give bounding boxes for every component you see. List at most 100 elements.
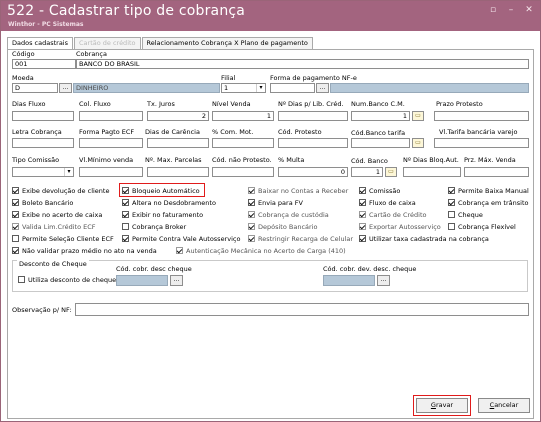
cancelar-button[interactable]: Cancelar bbox=[478, 398, 530, 413]
chevron-down-icon[interactable]: ▾ bbox=[256, 84, 265, 92]
vl-minimo-venda-label: Vl.Mínimo venda bbox=[79, 156, 134, 164]
tab-relacionamento[interactable]: Relacionamento Cobrança X Plano de pagam… bbox=[141, 37, 313, 49]
letra-cobranca-input[interactable] bbox=[12, 138, 74, 148]
cod-nao-protesto-input[interactable] bbox=[212, 167, 274, 177]
close-icon[interactable]: ✕ bbox=[524, 5, 534, 15]
tx-juros-input[interactable]: 2 bbox=[147, 111, 209, 121]
forma-pagamento-input[interactable] bbox=[270, 83, 315, 93]
com-mot-input[interactable] bbox=[212, 138, 274, 148]
num-banco-cm-input[interactable]: 1 bbox=[351, 111, 410, 121]
cod-banco-tarifa-label: Cód.Banco tarifa bbox=[351, 129, 406, 137]
codigo-input[interactable]: 001 bbox=[12, 59, 76, 69]
checkbox-cobranca-flexivel[interactable]: Cobrança Flexível bbox=[448, 222, 516, 231]
folder-icon[interactable]: ▭ bbox=[385, 167, 397, 177]
checkbox-cobranca-transito[interactable]: Cobrança em trânsito bbox=[448, 198, 528, 207]
cod-cobr-desc-cheque-input[interactable] bbox=[116, 275, 168, 286]
checkbox-permite-selecao-cliente-ecf[interactable]: Permite Seleção Cliente ECF bbox=[12, 234, 114, 243]
moeda-input[interactable]: D bbox=[12, 83, 58, 93]
window-subtitle: Winthor - PC Sistemas bbox=[8, 21, 84, 28]
cod-cobr-desc-cheque-label: Cód. cobr. desc cheque bbox=[116, 265, 192, 273]
checkbox-fluxo-caixa[interactable]: Fluxo de caixa bbox=[359, 198, 416, 207]
checkbox-deposito-bancario[interactable]: Depósito Bancário bbox=[248, 222, 317, 231]
vl-minimo-venda-input[interactable] bbox=[79, 167, 143, 177]
cod-cobr-dev-desc-cheque-input[interactable] bbox=[323, 275, 375, 286]
cod-cobr-desc-search-button[interactable]: ... bbox=[170, 275, 183, 286]
cod-nao-protesto-label: Cód. não Protesto. bbox=[212, 156, 272, 164]
checkbox-autenticacao-mecanica[interactable]: Autenticação Mecânica no Acerto de Carga… bbox=[176, 246, 346, 255]
num-banco-cm-label: Num.Banco C.M. bbox=[351, 100, 405, 108]
window-controls: ▫ – ✕ bbox=[488, 5, 534, 15]
dias-fluxo-input[interactable] bbox=[12, 111, 74, 121]
folder-icon[interactable]: ▭ bbox=[412, 138, 424, 148]
checkbox-altera-desdobramento[interactable]: Altera no Desdobramento bbox=[122, 198, 216, 207]
checkbox-exibe-acerto-caixa[interactable]: Exibe no acerto de caixa bbox=[12, 210, 102, 219]
highlight-box bbox=[413, 395, 471, 416]
col-fluxo-input[interactable] bbox=[79, 111, 143, 121]
tab-cartao-credito: Cartão de crédito bbox=[74, 37, 141, 49]
checkbox-boleto-bancario[interactable]: Boleto Bancário bbox=[12, 198, 73, 207]
prazo-protesto-label: Prazo Protesto bbox=[436, 100, 483, 108]
checkbox-nao-validar-prazo-medio[interactable]: Não validar prazo médio no ato na venda bbox=[12, 246, 157, 255]
checkbox-contra-vale-autosservico[interactable]: Permite Contra Vale Autosserviço bbox=[122, 234, 240, 243]
form-panel: Código 001 Cobrança BANCO DO BRASIL Moed… bbox=[7, 49, 534, 419]
tipo-comissao-label: Tipo Comissão bbox=[12, 156, 60, 164]
prz-max-venda-input[interactable] bbox=[464, 167, 529, 177]
cobranca-label: Cobrança bbox=[76, 50, 107, 58]
checkbox-cobranca-broker[interactable]: Cobrança Broker bbox=[122, 222, 186, 231]
filial-value: 1 bbox=[224, 84, 229, 92]
filial-label: Filial bbox=[221, 74, 236, 82]
nivel-venda-label: Nível Venda bbox=[212, 100, 251, 108]
checkbox-permite-baixa-manual[interactable]: Permite Baixa Manual bbox=[448, 186, 529, 195]
prz-max-venda-label: Prz. Máx. Venda bbox=[464, 156, 516, 164]
cod-protesto-input[interactable] bbox=[278, 138, 348, 148]
checkbox-baixar-contas-receber[interactable]: Baixar no Contas a Receber bbox=[248, 186, 348, 195]
filial-select[interactable]: 1 ▾ bbox=[221, 83, 266, 93]
forma-pagto-ecf-input[interactable] bbox=[79, 138, 143, 148]
dias-bloq-aut-input[interactable] bbox=[403, 167, 461, 177]
title-bar[interactable]: 522 - Cadastrar tipo de cobrança Winthor… bbox=[1, 1, 540, 31]
forma-pagamento-search-button[interactable]: ... bbox=[316, 83, 329, 93]
checkbox-utilizar-taxa-cadastrada[interactable]: Utilizar taxa cadastrada na cobrança bbox=[359, 234, 489, 243]
cod-cobr-dev-desc-cheque-label: Cód. cobr. dev. desc. cheque bbox=[323, 265, 417, 273]
tipo-comissao-select[interactable]: ▾ bbox=[12, 167, 74, 177]
checkbox-envia-fv[interactable]: Envia para FV bbox=[248, 198, 303, 207]
max-parcelas-input[interactable] bbox=[147, 167, 209, 177]
restore-icon[interactable]: – bbox=[506, 5, 516, 15]
checkbox-cartao-credito[interactable]: Cartão de Crédito bbox=[359, 210, 426, 219]
checkbox-restringir-recarga-celular[interactable]: Restringir Recarga de Celular bbox=[248, 234, 353, 243]
moeda-search-button[interactable]: ... bbox=[59, 83, 72, 93]
moeda-description: DINHEIRO bbox=[73, 83, 220, 93]
max-parcelas-label: Nº. Max. Parcelas bbox=[145, 156, 202, 164]
cod-protesto-label: Cód. Protesto bbox=[278, 128, 322, 136]
dias-bloq-aut-label: Nº Dias Bloq.Aut. bbox=[403, 156, 459, 164]
nivel-venda-input[interactable]: 1 bbox=[212, 111, 274, 121]
checkbox-exportar-autosservico[interactable]: Exportar Autosserviço bbox=[359, 222, 441, 231]
minimize-icon[interactable]: ▫ bbox=[488, 5, 498, 15]
cod-banco-input[interactable]: 1 bbox=[351, 167, 383, 177]
dias-lib-credito-label: Nº Dias p/ Lib. Créd. bbox=[278, 100, 344, 108]
chevron-down-icon[interactable]: ▾ bbox=[64, 168, 73, 176]
dias-carencia-label: Dias de Carência bbox=[145, 128, 200, 136]
observacao-input[interactable] bbox=[75, 303, 529, 316]
checkbox-exibir-faturamento[interactable]: Exibir no faturamento bbox=[122, 210, 203, 219]
checkbox-valida-lim-credito-ecf[interactable]: Valida Lim.Crédito ECF bbox=[12, 222, 96, 231]
moeda-label: Moeda bbox=[12, 74, 34, 82]
prazo-protesto-input[interactable] bbox=[434, 111, 529, 121]
checkbox-utiliza-desconto-cheque[interactable]: Utiliza desconto de cheque bbox=[18, 275, 116, 284]
forma-pagto-ecf-label: Forma Pagto ECF bbox=[79, 128, 135, 136]
letra-cobranca-label: Letra Cobrança bbox=[12, 128, 62, 136]
checkbox-cobranca-custodia[interactable]: Cobrança de custódia bbox=[248, 210, 329, 219]
cod-banco-tarifa-input[interactable] bbox=[351, 138, 410, 148]
cod-cobr-dev-desc-search-button[interactable]: ... bbox=[377, 275, 390, 286]
checkbox-exibe-devolucao[interactable]: Exibe devolução de cliente bbox=[12, 186, 109, 195]
dias-carencia-input[interactable] bbox=[147, 138, 209, 148]
folder-icon[interactable]: ▭ bbox=[412, 111, 424, 121]
checkbox-comissao[interactable]: Comissão bbox=[359, 186, 400, 195]
checkbox-cheque[interactable]: Cheque bbox=[448, 210, 483, 219]
multa-input[interactable]: 0 bbox=[278, 167, 348, 177]
vl-tarifa-input[interactable] bbox=[434, 138, 529, 148]
cobranca-input[interactable]: BANCO DO BRASIL bbox=[76, 59, 529, 69]
window-title: 522 - Cadastrar tipo de cobrança bbox=[7, 3, 246, 19]
cod-banco-label: Cód. Banco bbox=[351, 157, 388, 165]
dias-lib-credito-input[interactable] bbox=[278, 111, 348, 121]
